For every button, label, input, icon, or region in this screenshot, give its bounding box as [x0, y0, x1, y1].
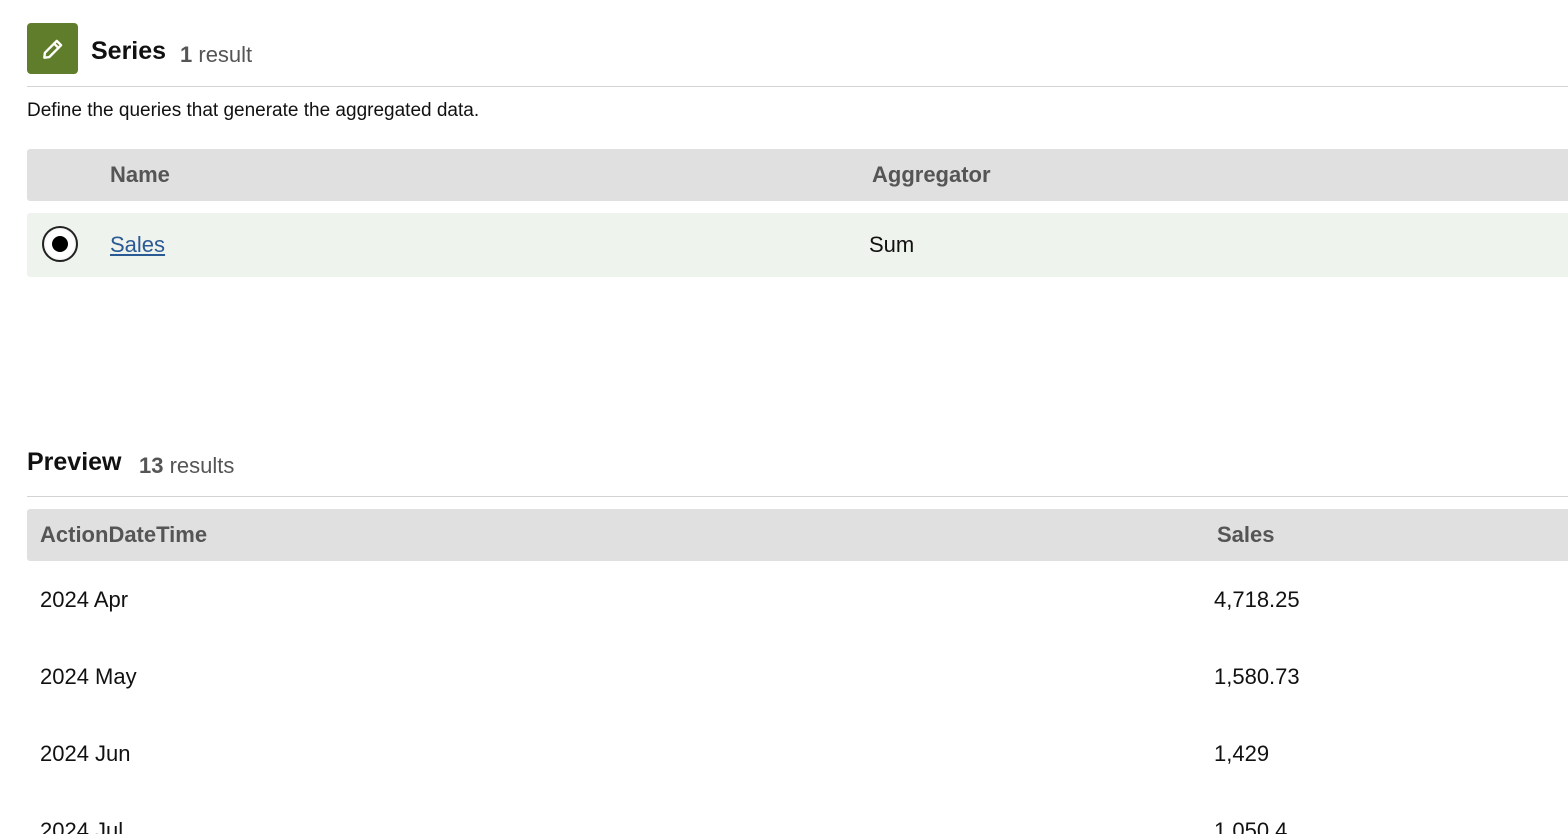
preview-count-number: 13 — [139, 453, 164, 478]
series-row[interactable]: Sales Sum — [27, 213, 1568, 277]
column-header-name[interactable]: Name — [110, 149, 170, 201]
preview-table: ActionDateTime Sales 2024 Apr 4,718.25 2… — [27, 509, 1568, 834]
preview-sales-cell: 4,718.25 — [1214, 587, 1300, 612]
radio-selected-dot — [52, 236, 68, 252]
edit-series-button[interactable] — [27, 23, 78, 74]
series-table-header: Name Aggregator — [27, 149, 1568, 201]
series-description: Define the queries that generate the agg… — [27, 100, 480, 121]
page: Series 1 result Define the queries that … — [0, 0, 1568, 834]
series-aggregator-value: Sum — [869, 232, 915, 257]
preview-count-label: results — [169, 453, 235, 478]
preview-sales-cell: 1,429 — [1214, 741, 1270, 766]
table-row: 2024 Jul 1,050.4 — [27, 792, 1568, 834]
preview-result-count: 13 results — [139, 453, 234, 479]
preview-date-cell: 2024 Apr — [40, 587, 129, 612]
series-name-link[interactable]: Sales — [110, 213, 165, 277]
table-row: 2024 Apr 4,718.25 — [27, 561, 1568, 638]
series-title: Series — [91, 37, 167, 65]
preview-sales-cell: 1,580.73 — [1214, 664, 1300, 689]
preview-header: Preview 13 results — [27, 440, 1568, 497]
preview-table-header: ActionDateTime Sales — [27, 509, 1568, 561]
table-row: 2024 Jun 1,429 — [27, 715, 1568, 792]
series-count-number: 1 — [180, 42, 193, 67]
series-count-label: result — [198, 42, 253, 67]
column-header-aggregator[interactable]: Aggregator — [872, 149, 991, 201]
preview-date-cell: 2024 May — [40, 664, 137, 689]
series-row-radio[interactable] — [42, 226, 78, 262]
series-result-count: 1 result — [180, 42, 252, 68]
table-row: 2024 May 1,580.73 — [27, 638, 1568, 715]
column-header-actiondatetime[interactable]: ActionDateTime — [40, 509, 207, 561]
series-table: Name Aggregator Sales Sum — [27, 149, 1568, 277]
preview-sales-cell: 1,050.4 — [1214, 818, 1288, 834]
preview-date-cell: 2024 Jul — [40, 818, 124, 834]
preview-title: Preview — [27, 448, 122, 476]
series-header: Series 1 result — [27, 23, 1568, 87]
pencil-icon — [42, 39, 62, 59]
column-header-sales[interactable]: Sales — [1217, 509, 1275, 561]
preview-date-cell: 2024 Jun — [40, 741, 131, 766]
